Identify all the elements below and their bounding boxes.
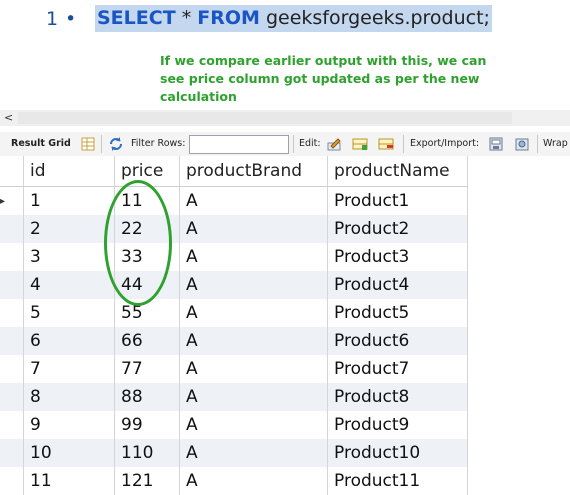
line-bullet: •: [65, 8, 77, 30]
cell-productname[interactable]: Product11: [327, 467, 468, 495]
cell-id[interactable]: 2: [23, 215, 115, 243]
cell-productbrand[interactable]: A: [179, 215, 328, 243]
sql-star: *: [181, 7, 192, 29]
sql-statement[interactable]: SELECT * FROM geeksforgeeks.product;: [95, 5, 492, 32]
cell-productbrand[interactable]: A: [179, 299, 328, 327]
table-row[interactable]: 8 88 A Product8: [0, 383, 468, 411]
row-header[interactable]: [0, 467, 24, 495]
cell-productname[interactable]: Product5: [327, 299, 468, 327]
row-header[interactable]: [0, 439, 24, 467]
cell-productname[interactable]: Product6: [327, 327, 468, 355]
horizontal-scrollbar[interactable]: <: [0, 110, 570, 126]
sql-table-name: geeksforgeeks.product;: [265, 7, 490, 29]
cell-productname[interactable]: Product2: [327, 215, 468, 243]
cell-price[interactable]: 99: [114, 411, 180, 439]
cell-id[interactable]: 5: [23, 299, 115, 327]
cell-productbrand[interactable]: A: [179, 186, 328, 215]
cell-productbrand[interactable]: A: [179, 327, 328, 355]
sql-keyword-select: SELECT: [97, 7, 176, 29]
cell-productbrand[interactable]: A: [179, 439, 328, 467]
cell-productbrand[interactable]: A: [179, 243, 328, 271]
toolbar-separator: [293, 135, 294, 153]
cell-price[interactable]: 88: [114, 383, 180, 411]
cell-productname[interactable]: Product9: [327, 411, 468, 439]
row-header[interactable]: [0, 383, 24, 411]
result-table: id price productBrand productName ▸ 1 11…: [0, 156, 468, 495]
cell-id[interactable]: 7: [23, 355, 115, 383]
wrap-cell-content-label[interactable]: Wrap: [543, 132, 568, 156]
edit-cell-icon[interactable]: [326, 136, 342, 152]
filter-rows-label: Filter Rows:: [131, 138, 186, 149]
result-grid-label[interactable]: Result Grid: [11, 132, 71, 156]
row-header[interactable]: [0, 299, 24, 327]
cell-productbrand[interactable]: A: [179, 467, 328, 495]
cell-price[interactable]: 110: [114, 439, 180, 467]
line-number: 1: [46, 8, 59, 30]
row-header[interactable]: [0, 355, 24, 383]
result-grid: id price productBrand productName ▸ 1 11…: [0, 156, 570, 495]
price-highlight-ellipse: [104, 180, 172, 306]
edit-label: Edit:: [299, 138, 321, 149]
table-row[interactable]: 3 33 A Product3: [0, 243, 468, 271]
current-row-icon: ▸: [0, 186, 24, 215]
cell-productname[interactable]: Product1: [327, 186, 468, 215]
cell-id[interactable]: 10: [23, 439, 115, 467]
table-row[interactable]: 2 22 A Product2: [0, 215, 468, 243]
cell-productname[interactable]: Product7: [327, 355, 468, 383]
export-icon[interactable]: [488, 136, 504, 152]
row-header[interactable]: [0, 411, 24, 439]
cell-productname[interactable]: Product10: [327, 439, 468, 467]
sql-editor[interactable]: 1 • SELECT * FROM geeksforgeeks.product;…: [0, 0, 570, 110]
cell-productbrand[interactable]: A: [179, 271, 328, 299]
insert-row-icon[interactable]: [352, 136, 368, 152]
scroll-left-icon[interactable]: <: [4, 110, 13, 126]
cell-id[interactable]: 11: [23, 467, 115, 495]
cell-price[interactable]: 66: [114, 327, 180, 355]
table-row[interactable]: 9 99 A Product9: [0, 411, 468, 439]
table-row[interactable]: 6 66 A Product6: [0, 327, 468, 355]
annotation-text: If we compare earlier output with this, …: [160, 53, 487, 104]
cell-id[interactable]: 4: [23, 271, 115, 299]
table-row[interactable]: 4 44 A Product4: [0, 271, 468, 299]
cell-productname[interactable]: Product8: [327, 383, 468, 411]
delete-row-icon[interactable]: [378, 136, 394, 152]
cell-productbrand[interactable]: A: [179, 411, 328, 439]
scrollbar-track[interactable]: [18, 112, 512, 124]
row-header[interactable]: [0, 215, 24, 243]
header-row: id price productBrand productName: [0, 156, 468, 187]
filter-rows-input[interactable]: [189, 135, 289, 154]
import-icon[interactable]: [514, 136, 530, 152]
cell-id[interactable]: 6: [23, 327, 115, 355]
toolbar-separator: [101, 135, 102, 153]
toolbar-separator: [403, 135, 404, 153]
table-row[interactable]: 11 121 A Product11: [0, 467, 468, 495]
cell-productname[interactable]: Product4: [327, 271, 468, 299]
row-header[interactable]: [0, 271, 24, 299]
toolbar-separator: [537, 135, 538, 153]
row-header-corner: [0, 156, 24, 187]
column-header-id[interactable]: id: [23, 156, 115, 187]
cell-id[interactable]: 1: [23, 186, 115, 215]
cell-productname[interactable]: Product3: [327, 243, 468, 271]
cell-id[interactable]: 3: [23, 243, 115, 271]
table-row[interactable]: 10 110 A Product10: [0, 439, 468, 467]
table-row[interactable]: 7 77 A Product7: [0, 355, 468, 383]
cell-price[interactable]: 121: [114, 467, 180, 495]
row-header[interactable]: [0, 327, 24, 355]
result-toolbar: Result Grid Filter Rows: Edit: Export/Im…: [0, 132, 570, 156]
cell-id[interactable]: 9: [23, 411, 115, 439]
sql-keyword-from: FROM: [197, 7, 260, 29]
cell-productbrand[interactable]: A: [179, 355, 328, 383]
table-row[interactable]: 5 55 A Product5: [0, 299, 468, 327]
cell-price[interactable]: 77: [114, 355, 180, 383]
cell-id[interactable]: 8: [23, 383, 115, 411]
table-row[interactable]: ▸ 1 11 A Product1: [0, 186, 468, 215]
refresh-icon[interactable]: [108, 136, 124, 152]
column-header-productbrand[interactable]: productBrand: [179, 156, 328, 187]
column-header-productname[interactable]: productName: [327, 156, 468, 187]
grid-view-icon[interactable]: [80, 136, 96, 152]
cell-productbrand[interactable]: A: [179, 383, 328, 411]
export-import-label: Export/Import:: [410, 138, 480, 149]
row-header[interactable]: [0, 243, 24, 271]
